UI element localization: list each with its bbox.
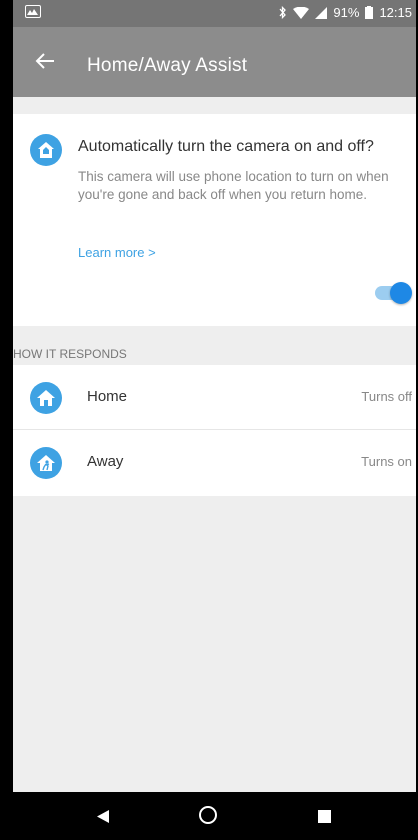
list-item-label: Away	[87, 453, 124, 470]
list-item-label: Home	[87, 388, 128, 405]
signal-icon	[315, 6, 328, 19]
assist-question: Automatically turn the camera on and off…	[78, 138, 374, 155]
recents-square-icon[interactable]	[318, 810, 331, 823]
list-item-home[interactable]: Home Turns off	[13, 365, 416, 430]
gallery-icon	[25, 5, 41, 18]
battery-percent: 91%	[333, 5, 360, 20]
section-header: HOW IT RESPONDS	[13, 347, 127, 361]
away-icon	[30, 447, 62, 479]
page-title: Home/Away Assist	[87, 55, 248, 76]
assist-toggle[interactable]	[375, 282, 412, 304]
list-item-value: Turns on	[361, 454, 412, 469]
battery-icon	[365, 6, 374, 19]
status-icons: 91% 12:15	[279, 5, 412, 20]
status-bar: 91% 12:15	[13, 0, 416, 27]
home-circle-icon[interactable]	[199, 806, 217, 824]
clock: 12:15	[379, 5, 412, 20]
wifi-icon	[293, 6, 310, 19]
bluetooth-icon	[279, 6, 287, 19]
assist-description: This camera will use phone location to t…	[78, 169, 389, 202]
assist-card: Automatically turn the camera on and off…	[13, 114, 416, 326]
app-frame: 91% 12:15 Home/Away Assist Automatically…	[13, 0, 416, 840]
learn-more-link[interactable]: Learn more >	[78, 245, 156, 260]
list-item-away[interactable]: Away Turns on	[13, 430, 416, 496]
app-bar: Home/Away Assist	[13, 27, 416, 97]
list-item-value: Turns off	[361, 389, 412, 404]
responses-list: Home Turns off Away Turns on	[13, 365, 416, 496]
back-triangle-icon[interactable]	[97, 810, 109, 823]
back-arrow-icon[interactable]	[35, 52, 59, 72]
navigation-bar	[0, 792, 418, 840]
home-icon	[30, 382, 62, 414]
house-icon	[30, 134, 62, 166]
toggle-knob	[390, 282, 412, 304]
